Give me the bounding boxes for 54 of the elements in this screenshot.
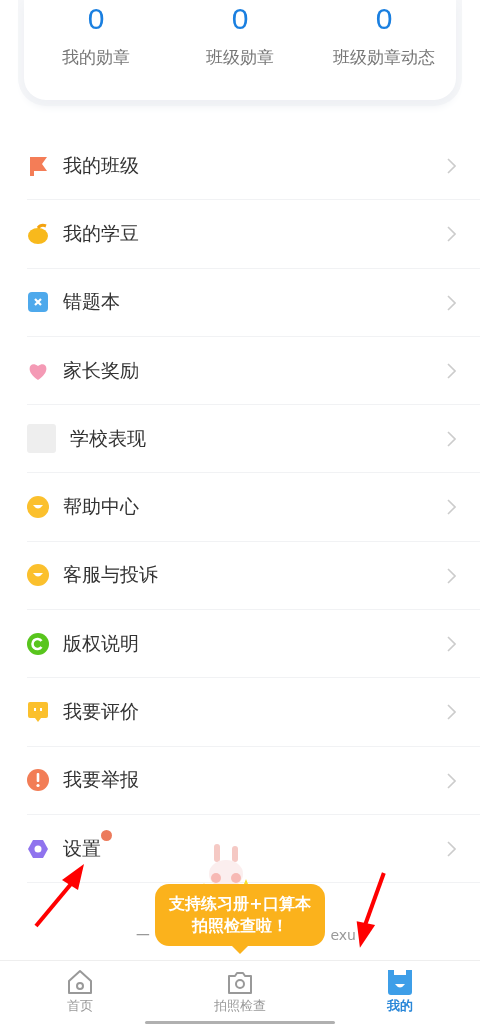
copyright-icon: [27, 632, 49, 655]
alert-icon: [27, 769, 49, 792]
menu-item[interactable]: 我的班级: [27, 132, 480, 201]
chevron-icon: [446, 704, 456, 721]
menu-label: 我要举报: [63, 767, 139, 793]
menu-item[interactable]: 客服与投诉: [27, 541, 480, 611]
menu-item[interactable]: 帮助中心: [27, 473, 480, 542]
menu-label: 帮助中心: [63, 494, 139, 520]
chevron-icon: [446, 772, 456, 789]
smile-icon: [27, 496, 49, 519]
menu-item[interactable]: 我要举报: [27, 746, 480, 815]
menu-label: 客服与投诉: [63, 562, 158, 588]
chevron-icon: [446, 362, 456, 379]
footer-text: 一: [136, 927, 150, 946]
menu-label: 错题本: [63, 289, 120, 315]
menu-label: 学校表现: [70, 425, 146, 451]
stat-label: 我的勋章: [62, 46, 130, 69]
bean-icon: [27, 222, 49, 245]
stat-value: 0: [87, 2, 105, 36]
chevron-icon: [446, 431, 456, 448]
menu-item[interactable]: 我要评价: [27, 678, 480, 747]
menu-item[interactable]: 版权说明: [27, 610, 480, 679]
stat-label: 班级勋章: [206, 46, 274, 69]
tab[interactable]: 我的: [320, 961, 480, 1015]
tooltip-text: 拍照检查啦！: [192, 915, 288, 937]
flag-icon: [27, 154, 49, 177]
chevron-icon: [446, 636, 456, 653]
menu-label: 家长奖励: [63, 357, 139, 383]
menu-label: 我的班级: [63, 152, 139, 178]
menu-item[interactable]: 错题本: [27, 268, 480, 337]
chat-icon: [27, 701, 49, 723]
tooltip-text: 支持练习册+口算本: [169, 893, 311, 915]
chevron-icon: [446, 499, 456, 516]
menu-label: 版权说明: [63, 630, 139, 656]
home-icon: [65, 967, 95, 997]
smile-icon: [27, 564, 49, 587]
chevron-icon: [446, 567, 456, 584]
footer-text: exu: [330, 927, 356, 946]
menu-item[interactable]: 学校表现: [27, 405, 480, 474]
cross-icon: [27, 291, 49, 314]
menu-item[interactable]: 家长奖励: [27, 336, 480, 406]
settings-icon: [27, 837, 49, 860]
stat-value: 0: [231, 2, 249, 36]
chevron-icon: [446, 840, 456, 857]
chevron-icon: [446, 294, 456, 311]
menu-item[interactable]: 我的学豆: [27, 200, 480, 269]
menu-label: 我的学豆: [63, 220, 139, 246]
chevron-icon: [446, 158, 456, 174]
stat-label: 班级勋章动态: [333, 46, 435, 69]
chevron-icon: [446, 226, 456, 243]
menu-label: 设置: [63, 835, 101, 862]
stat-value: 0: [375, 2, 393, 36]
menu-label: 我要评价: [63, 699, 139, 724]
bunny-face-icon: [385, 967, 415, 997]
